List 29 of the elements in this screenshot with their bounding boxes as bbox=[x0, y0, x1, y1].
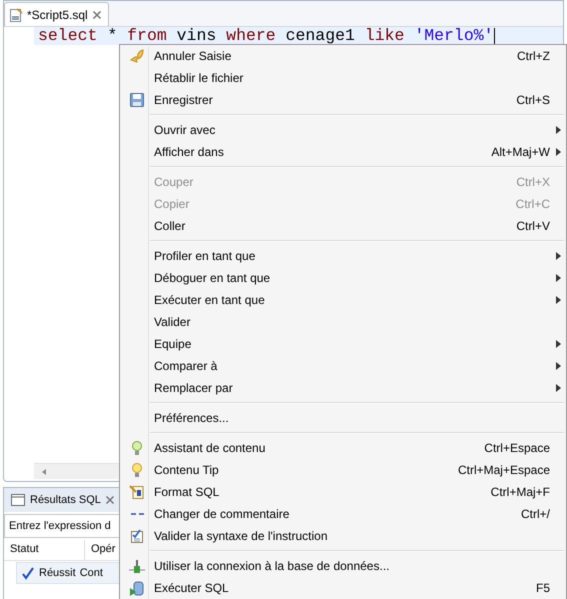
menu-item[interactable]: Enregistrer Ctrl+S bbox=[120, 89, 566, 111]
menu-item[interactable]: Assistant de contenu Ctrl+Espace bbox=[120, 437, 566, 459]
table-cell: Réussit bbox=[39, 567, 76, 579]
tab-title: *Script5.sql bbox=[27, 8, 88, 22]
menu-item[interactable]: Déboguer en tant que bbox=[120, 267, 566, 289]
menu-item[interactable]: Afficher dans Alt+Maj+W bbox=[120, 141, 566, 163]
column-header[interactable]: Statut bbox=[4, 540, 85, 560]
menu-item[interactable]: Préférences... bbox=[120, 407, 566, 429]
table-row[interactable]: Réussit Cont bbox=[16, 562, 122, 584]
menu-item[interactable]: Exécuter en tant que bbox=[120, 289, 566, 311]
menu-item[interactable]: Valider la syntaxe de l'instruction bbox=[120, 525, 566, 547]
menu-item[interactable]: Changer de commentaire Ctrl+/ bbox=[120, 503, 566, 525]
menu-item[interactable]: Rétablir le fichier bbox=[120, 67, 566, 89]
menu-item[interactable]: Equipe bbox=[120, 333, 566, 355]
menu-item[interactable]: Comparer à bbox=[120, 355, 566, 377]
menu-item[interactable]: Remplacer par bbox=[120, 377, 566, 399]
editor-tab[interactable]: *Script5.sql bbox=[4, 2, 109, 26]
menu-item[interactable]: Exécuter SQL F5 bbox=[120, 577, 566, 599]
tab-title: Résultats SQL bbox=[30, 494, 101, 506]
results-tab[interactable]: Résultats SQL bbox=[4, 488, 119, 512]
menu-item[interactable]: Valider bbox=[120, 311, 566, 333]
table-cell: Cont bbox=[80, 567, 103, 579]
menu-item[interactable]: Annuler Saisie Ctrl+Z bbox=[120, 45, 566, 67]
menu-item[interactable]: Format SQL Ctrl+Maj+F bbox=[120, 481, 566, 503]
menu-item[interactable]: Coller Ctrl+V bbox=[120, 215, 566, 237]
menu-item[interactable]: Profiler en tant que bbox=[120, 245, 566, 267]
menu-item[interactable]: Contenu Tip Ctrl+Maj+Espace bbox=[120, 459, 566, 481]
menu-item[interactable]: Utiliser la connexion à la base de données... bbox=[120, 555, 566, 577]
menu-item[interactable]: Ouvrir avec bbox=[120, 119, 566, 141]
